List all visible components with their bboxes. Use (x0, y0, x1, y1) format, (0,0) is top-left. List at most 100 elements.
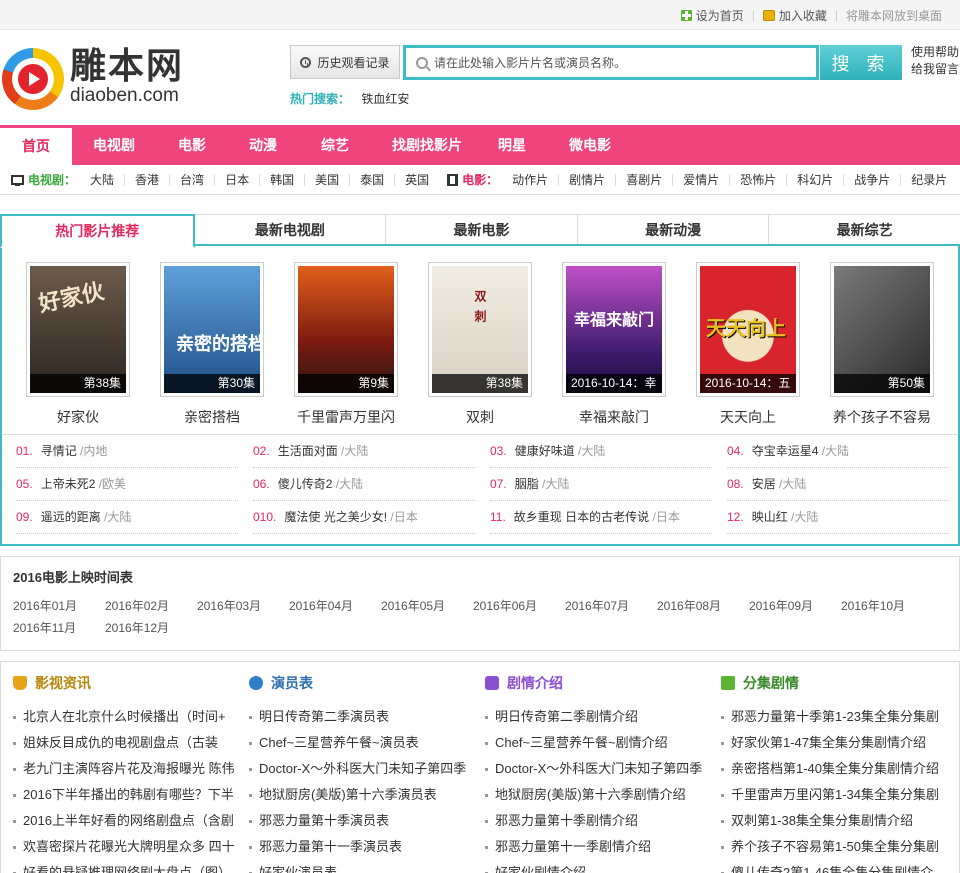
list-item[interactable]: 傻儿传奇2第1-46集全集分集剧情介 (721, 860, 951, 873)
poster-card[interactable]: 好家伙 第38集 好家伙 (26, 262, 130, 427)
tab-latest-tv[interactable]: 最新电视剧 (194, 214, 387, 244)
rank-title[interactable]: 健康好味道 (515, 444, 575, 458)
list-item[interactable]: 2016下半年播出的韩剧有哪些？下半 (13, 782, 243, 808)
rank-title[interactable]: 胭脂 (515, 477, 539, 491)
list-item[interactable]: Chef~三星营养午餐~剧情介绍 (485, 730, 715, 756)
rank-title[interactable]: 夺宝幸运星4 (752, 444, 819, 458)
tab-latest-anime[interactable]: 最新动漫 (577, 214, 770, 244)
set-home-link[interactable]: 设为首页 (673, 7, 752, 24)
film-genre-link[interactable]: 纪录片 (901, 174, 957, 186)
film-genre-link[interactable]: 剧情片 (559, 173, 617, 186)
schedule-month-link[interactable]: 2016年07月 (565, 595, 657, 617)
list-item[interactable]: 邪恶力量第十一季剧情介绍 (485, 834, 715, 860)
rank-item[interactable]: 08. 安居 /大陆 (727, 468, 949, 501)
list-item[interactable]: 亲密搭档第1-40集全集分集剧情介绍 (721, 756, 951, 782)
poster-title[interactable]: 双刺 (428, 407, 532, 427)
film-genre-link[interactable]: 战争片 (844, 173, 902, 186)
list-item[interactable]: 千里雷声万里闪第1-34集全集分集剧 (721, 782, 951, 808)
schedule-month-link[interactable]: 2016年03月 (197, 595, 289, 617)
list-item[interactable]: 邪恶力量第十一季演员表 (249, 834, 479, 860)
list-item[interactable]: 好家伙演员表 (249, 860, 479, 873)
column-header[interactable]: 分集剧情 (721, 662, 951, 704)
rank-item[interactable]: 04. 夺宝幸运星4 /大陆 (727, 435, 949, 468)
nav-movie[interactable]: 电影 (156, 125, 228, 165)
help-link[interactable]: 使用帮助 (911, 44, 959, 61)
hot-search-keyword[interactable]: 铁血红安 (361, 92, 409, 106)
list-item[interactable]: 邪恶力量第十季剧情介绍 (485, 808, 715, 834)
rank-item[interactable]: 05. 上帝未死2 /欧美 (16, 468, 238, 501)
tab-latest-variety[interactable]: 最新综艺 (769, 214, 960, 244)
poster-card[interactable]: 双刺 第38集 双刺 (428, 262, 532, 427)
poster-title[interactable]: 天天向上 (696, 407, 800, 427)
list-item[interactable]: 北京人在北京什么时候播出（时间+ (13, 704, 243, 730)
rank-item[interactable]: 11. 故乡重现 日本的古老传说 /日本 (490, 501, 712, 534)
rank-item[interactable]: 06. 傻儿传奇2 /大陆 (253, 468, 475, 501)
schedule-month-link[interactable]: 2016年02月 (105, 595, 197, 617)
list-item[interactable]: 好看的悬疑推理网络剧大盘点（图） (13, 860, 243, 873)
list-item[interactable]: 双刺第1-38集全集分集剧情介绍 (721, 808, 951, 834)
rank-title[interactable]: 映山红 (752, 510, 788, 524)
film-category-label[interactable]: 电影： (462, 171, 498, 188)
poster-card[interactable]: 第9集 千里雷声万里闪 (294, 262, 398, 427)
search-button[interactable]: 搜 索 (820, 45, 902, 80)
poster-title[interactable]: 千里雷声万里闪 (294, 407, 398, 427)
rank-item[interactable]: 03. 健康好味道 /大陆 (490, 435, 712, 468)
tv-region-link[interactable]: 香港 (125, 173, 171, 186)
rank-title[interactable]: 寻情记 (41, 444, 77, 458)
rank-item[interactable]: 12. 映山红 /大陆 (727, 501, 949, 534)
list-item[interactable]: 邪恶力量第十季第1-23集全集分集剧 (721, 704, 951, 730)
history-button[interactable]: 历史观看记录 (290, 45, 400, 79)
list-item[interactable]: 老九门主演阵容片花及海报曝光 陈伟 (13, 756, 243, 782)
tv-category-label[interactable]: 电视剧： (28, 171, 76, 188)
list-item[interactable]: 好家伙剧情介绍 (485, 860, 715, 873)
search-input[interactable] (434, 55, 804, 70)
schedule-month-link[interactable]: 2016年11月 (13, 617, 105, 639)
list-item[interactable]: 姐妹反目成仇的电视剧盘点（古装 (13, 730, 243, 756)
list-item[interactable]: 2016上半年好看的网络剧盘点（含剧 (13, 808, 243, 834)
nav-anime[interactable]: 动漫 (228, 125, 298, 165)
poster-title[interactable]: 好家伙 (26, 407, 130, 427)
list-item[interactable]: 好家伙第1-47集全集分集剧情介绍 (721, 730, 951, 756)
list-item[interactable]: Chef~三星营养午餐~演员表 (249, 730, 479, 756)
film-genre-link[interactable]: 动作片 (502, 173, 560, 186)
schedule-month-link[interactable]: 2016年09月 (749, 595, 841, 617)
nav-stars[interactable]: 明星 (482, 125, 542, 165)
message-link[interactable]: 给我留言 (911, 61, 959, 78)
poster-card[interactable]: 第50集 养个孩子不容易 (830, 262, 934, 427)
list-item[interactable]: 邪恶力量第十季演员表 (249, 808, 479, 834)
rank-title[interactable]: 魔法使 光之美少女! (284, 510, 387, 524)
nav-tv[interactable]: 电视剧 (72, 125, 156, 165)
poster-card[interactable]: 亲密的搭档 第30集 亲密搭档 (160, 262, 264, 427)
list-item[interactable]: 地狱厨房(美版)第十六季演员表 (249, 782, 479, 808)
nav-variety[interactable]: 综艺 (298, 125, 372, 165)
poster-title[interactable]: 养个孩子不容易 (830, 407, 934, 427)
list-item[interactable]: 欢喜密探片花曝光大牌明星众多 四十 (13, 834, 243, 860)
tv-region-link[interactable]: 泰国 (350, 173, 396, 186)
schedule-month-link[interactable]: 2016年10月 (841, 595, 933, 617)
schedule-month-link[interactable]: 2016年06月 (473, 595, 565, 617)
nav-micro-film[interactable]: 微电影 (542, 125, 638, 165)
column-header[interactable]: 演员表 (249, 662, 479, 704)
nav-find-show[interactable]: 找剧找影片 (372, 125, 482, 165)
rank-item[interactable]: 07. 胭脂 /大陆 (490, 468, 712, 501)
schedule-month-link[interactable]: 2016年12月 (105, 617, 197, 639)
film-genre-link[interactable]: 恐怖片 (730, 173, 788, 186)
to-desktop-link[interactable]: 将雕本网放到桌面 (838, 7, 950, 24)
schedule-month-link[interactable]: 2016年01月 (13, 595, 105, 617)
rank-item[interactable]: 010. 魔法使 光之美少女! /日本 (253, 501, 475, 534)
schedule-month-link[interactable]: 2016年08月 (657, 595, 749, 617)
tab-hot[interactable]: 热门影片推荐 (0, 214, 195, 248)
poster-title[interactable]: 亲密搭档 (160, 407, 264, 427)
list-item[interactable]: Doctor-X～外科医大门未知子第四季 (485, 756, 715, 782)
schedule-month-link[interactable]: 2016年05月 (381, 595, 473, 617)
rank-title[interactable]: 傻儿传奇2 (278, 477, 333, 491)
film-genre-link[interactable]: 爱情片 (673, 173, 731, 186)
tv-region-link[interactable]: 英国 (395, 174, 439, 186)
list-item[interactable]: Doctor-X～外科医大门未知子第四季 (249, 756, 479, 782)
rank-title[interactable]: 遥远的距离 (41, 510, 101, 524)
film-genre-link[interactable]: 喜剧片 (616, 173, 674, 186)
site-logo[interactable]: 雕本网 diaoben.com (0, 45, 210, 113)
tab-latest-movie[interactable]: 最新电影 (386, 214, 578, 244)
rank-item[interactable]: 09. 遥远的距离 /大陆 (16, 501, 238, 534)
tv-region-link[interactable]: 韩国 (260, 173, 306, 186)
